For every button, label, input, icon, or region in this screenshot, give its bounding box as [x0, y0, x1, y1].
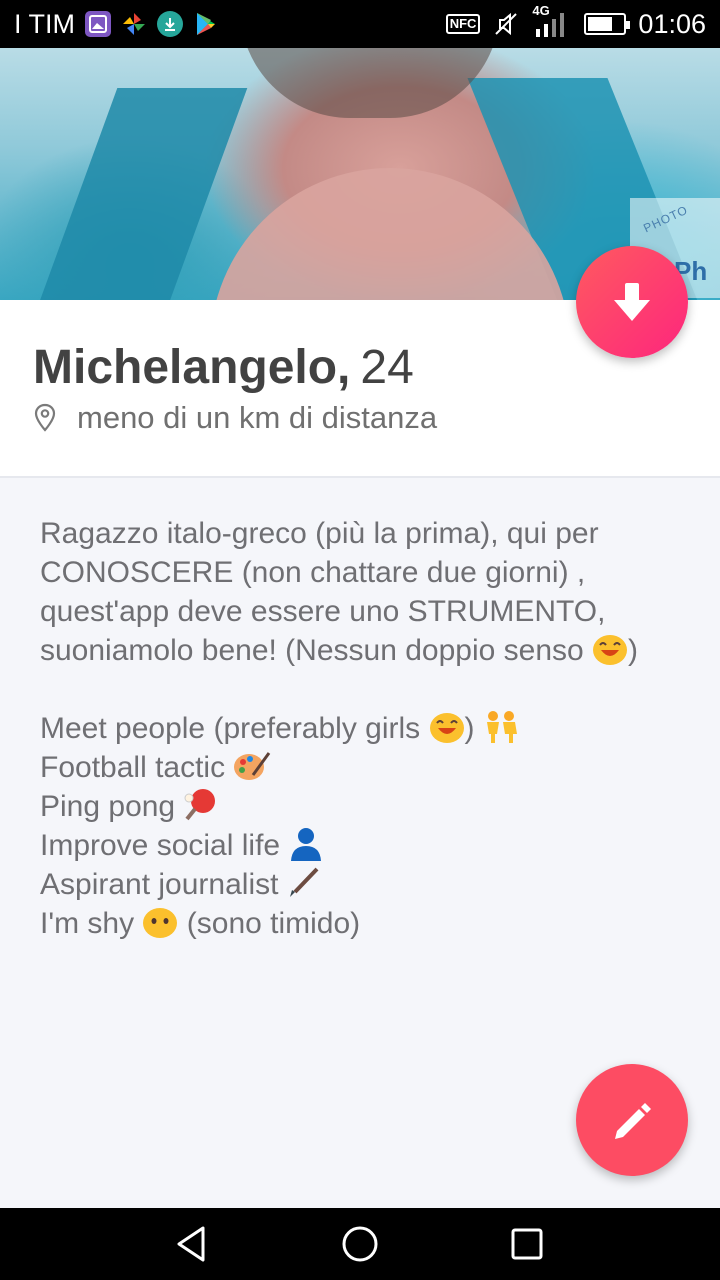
bio-line: CONOSCERE (non chattare due giorni) , [40, 556, 586, 589]
bio-spacer [40, 670, 690, 709]
bio-item-text: Aspirant journalist [40, 868, 279, 901]
bio-item: Improve social life [40, 826, 690, 865]
back-button[interactable] [163, 1214, 223, 1274]
bio-item: Football tactic [40, 748, 690, 787]
bio-line: quest'app deve essere uno STRUMENTO, [40, 595, 606, 628]
home-button[interactable] [330, 1214, 390, 1274]
bio-item-text: Meet people (preferably girls [40, 712, 421, 745]
recents-button[interactable] [497, 1214, 557, 1274]
bio-line: suoniamolo bene! (Nessun doppio senso ) [40, 631, 690, 670]
collapse-profile-button[interactable] [576, 246, 688, 358]
bio-item: Ping pong [40, 787, 690, 826]
profile-title: Michelangelo, 24 [33, 340, 414, 395]
bio-item: Aspirant journalist [40, 865, 690, 904]
bio-line-end: ) [628, 634, 639, 667]
mute-icon [492, 10, 520, 38]
laughing-emoji-icon [593, 635, 628, 666]
photo-shape [22, 88, 248, 300]
network-type-label: 4G [532, 3, 550, 18]
profile-name: Michelangelo, [33, 341, 351, 394]
location-pin-icon [34, 403, 56, 432]
profile-age: 24 [360, 341, 414, 394]
bio-line: Ragazzo italo-greco (più la prima), qui … [40, 517, 599, 550]
recents-square-icon [511, 1228, 543, 1260]
no-mouth-face-emoji-icon [143, 908, 178, 939]
gallery-icon [85, 11, 112, 37]
location-row: meno di un km di distanza [33, 400, 437, 436]
ping-pong-emoji-icon [184, 789, 216, 821]
palette-emoji-icon [234, 752, 271, 781]
bio-item-after: ) [464, 712, 475, 745]
fountain-pen-emoji-icon [289, 867, 319, 898]
system-nav-bar [0, 1208, 720, 1280]
signal-icon: 4G [532, 3, 572, 39]
app-screen: I TIM NFC 4G 01:06 PHOTO Ph Michelangelo… [0, 0, 720, 1280]
carrier-label: I TIM [14, 8, 76, 39]
bio-item-text: Football tactic [40, 751, 226, 784]
photo-shape [240, 48, 500, 118]
bio-item: Meet people (preferably girls ) [40, 709, 690, 748]
couple-emoji-icon [486, 711, 517, 744]
clock: 01:06 [638, 8, 706, 39]
bio-item-text: I'm shy [40, 907, 135, 940]
watermark-top-text: PHOTO [641, 202, 691, 236]
bio-item-text: Ping pong [40, 790, 176, 823]
nfc-icon: NFC [445, 14, 481, 34]
status-bar: I TIM NFC 4G 01:06 [0, 0, 720, 48]
back-triangle-icon [177, 1226, 205, 1262]
pencil-icon [615, 1103, 651, 1139]
bio-line-text: suoniamolo bene! (Nessun doppio senso [40, 634, 584, 667]
bio-item-after: (sono timido) [186, 907, 361, 940]
pinwheel-icon [121, 11, 147, 37]
distance-label: meno di un km di distanza [77, 400, 438, 435]
bio-item: I'm shy (sono timido) [40, 904, 690, 943]
play-store-icon [193, 11, 219, 37]
profile-bio: Ragazzo italo-greco (più la prima), qui … [40, 514, 690, 943]
arrow-down-icon [614, 283, 650, 321]
edit-profile-button[interactable] [576, 1064, 688, 1176]
bio-item-text: Improve social life [40, 829, 281, 862]
home-circle-icon [342, 1226, 378, 1262]
laughing-emoji-icon [429, 713, 464, 744]
download-icon [157, 11, 184, 37]
battery-icon [584, 13, 631, 35]
person-silhouette-emoji-icon [291, 828, 322, 862]
battery-fill [588, 17, 613, 31]
